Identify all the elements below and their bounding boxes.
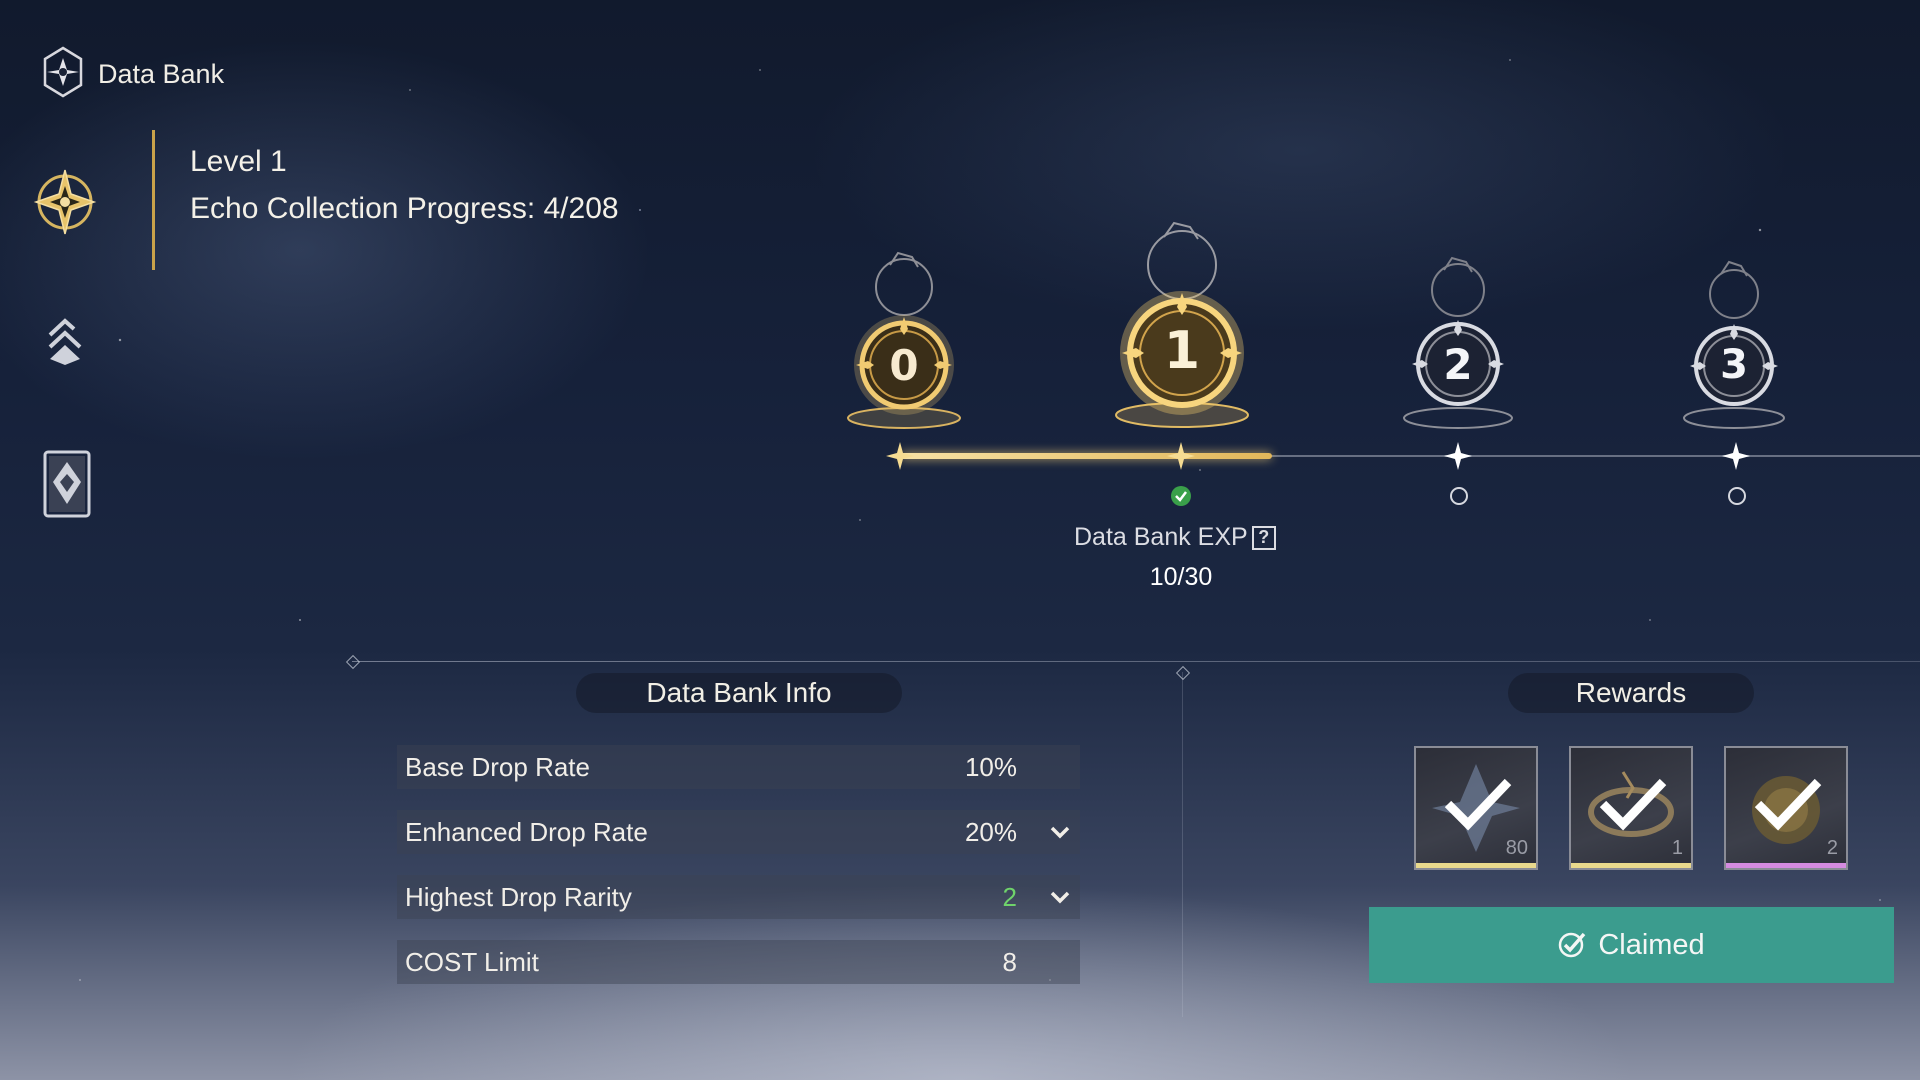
level-2-pending-icon bbox=[1450, 487, 1468, 505]
info-row-enhanced-drop-rate[interactable]: Enhanced Drop Rate 20% bbox=[397, 810, 1080, 854]
info-row-base-drop-rate: Base Drop Rate 10% bbox=[397, 745, 1080, 789]
info-row-value: 20% bbox=[964, 816, 1017, 847]
info-row-label: Base Drop Rate bbox=[405, 751, 590, 782]
info-row-cost-limit: COST Limit 8 bbox=[397, 940, 1080, 984]
level-header: Level 1 Echo Collection Progress: 4/208 bbox=[190, 138, 619, 232]
data-bank-tab-icon[interactable] bbox=[30, 162, 100, 242]
level-node-2-label: 2 bbox=[1443, 340, 1473, 389]
rarity-bar bbox=[1416, 863, 1536, 868]
level-label: Level 1 bbox=[190, 145, 287, 178]
checkmark-icon bbox=[1754, 778, 1822, 831]
level-1-complete-icon bbox=[1171, 486, 1191, 506]
divider-diamond-left bbox=[345, 654, 361, 670]
panel-divider bbox=[1182, 672, 1183, 1017]
track-star-3 bbox=[1722, 442, 1750, 470]
track-star-1 bbox=[1167, 442, 1195, 470]
level-node-3-label: 3 bbox=[1720, 342, 1748, 388]
section-divider bbox=[352, 661, 1920, 662]
card-tab-icon[interactable] bbox=[40, 447, 94, 521]
screen-title: Data Bank bbox=[40, 46, 224, 102]
track-star-0 bbox=[886, 442, 914, 470]
level-node-2[interactable]: 2 bbox=[1398, 250, 1518, 435]
claimed-check-icon bbox=[1559, 932, 1586, 958]
track-star-2 bbox=[1444, 442, 1472, 470]
info-row-value: 2 bbox=[1002, 881, 1017, 912]
reward-quantity: 2 bbox=[1826, 837, 1838, 859]
checkmark-icon bbox=[1444, 778, 1512, 831]
rarity-bar bbox=[1571, 863, 1691, 868]
rarity-bar bbox=[1726, 863, 1846, 868]
level-track-progress bbox=[900, 453, 1272, 459]
claimed-button-label: Claimed bbox=[1598, 928, 1705, 961]
reward-quantity: 1 bbox=[1671, 837, 1683, 859]
data-bank-exp-label: Data Bank EXP ? bbox=[1074, 523, 1276, 552]
level-node-1[interactable]: 1 bbox=[1110, 215, 1254, 435]
data-bank-emblem-icon bbox=[40, 46, 86, 103]
data-bank-exp-text: Data Bank EXP bbox=[1074, 523, 1248, 551]
level-3-pending-icon bbox=[1728, 487, 1746, 505]
help-icon[interactable]: ? bbox=[1251, 525, 1276, 550]
reward-quantity: 80 bbox=[1505, 837, 1528, 859]
screen-title-text: Data Bank bbox=[98, 58, 225, 89]
stack-tab-icon[interactable] bbox=[42, 314, 88, 370]
level-node-1-label: 1 bbox=[1163, 321, 1201, 381]
info-row-highest-drop-rarity[interactable]: Highest Drop Rarity 2 bbox=[397, 875, 1080, 919]
data-bank-screen: { "nav": { "title": "Data Bank", "icons"… bbox=[0, 0, 1920, 1080]
reward-item[interactable]: 1 bbox=[1569, 746, 1693, 870]
checkmark-icon bbox=[1599, 778, 1667, 831]
divider-diamond-center bbox=[1175, 665, 1191, 681]
info-row-label: Highest Drop Rarity bbox=[405, 881, 632, 912]
collection-progress: Echo Collection Progress: 4/208 bbox=[190, 192, 619, 225]
level-node-0-label: 0 bbox=[889, 341, 919, 390]
chevron-down-icon[interactable] bbox=[1048, 820, 1072, 844]
info-row-value: 10% bbox=[964, 751, 1017, 782]
info-row-label: COST Limit bbox=[405, 946, 539, 977]
rewards-section-title: Rewards bbox=[1508, 673, 1754, 713]
data-bank-exp-value: 10/30 bbox=[1149, 563, 1213, 591]
info-row-value: 8 bbox=[1002, 946, 1017, 977]
chevron-down-icon[interactable] bbox=[1048, 885, 1072, 909]
level-node-0[interactable]: 0 bbox=[840, 245, 968, 435]
header-divider bbox=[152, 130, 155, 270]
info-row-label: Enhanced Drop Rate bbox=[405, 816, 648, 847]
reward-item[interactable]: 2 bbox=[1724, 746, 1848, 870]
claimed-button[interactable]: Claimed bbox=[1369, 907, 1894, 983]
level-node-0-icon bbox=[847, 251, 961, 429]
reward-item[interactable]: 80 bbox=[1414, 746, 1538, 870]
level-node-3[interactable]: 3 bbox=[1677, 256, 1791, 436]
info-section-title: Data Bank Info bbox=[576, 673, 902, 713]
